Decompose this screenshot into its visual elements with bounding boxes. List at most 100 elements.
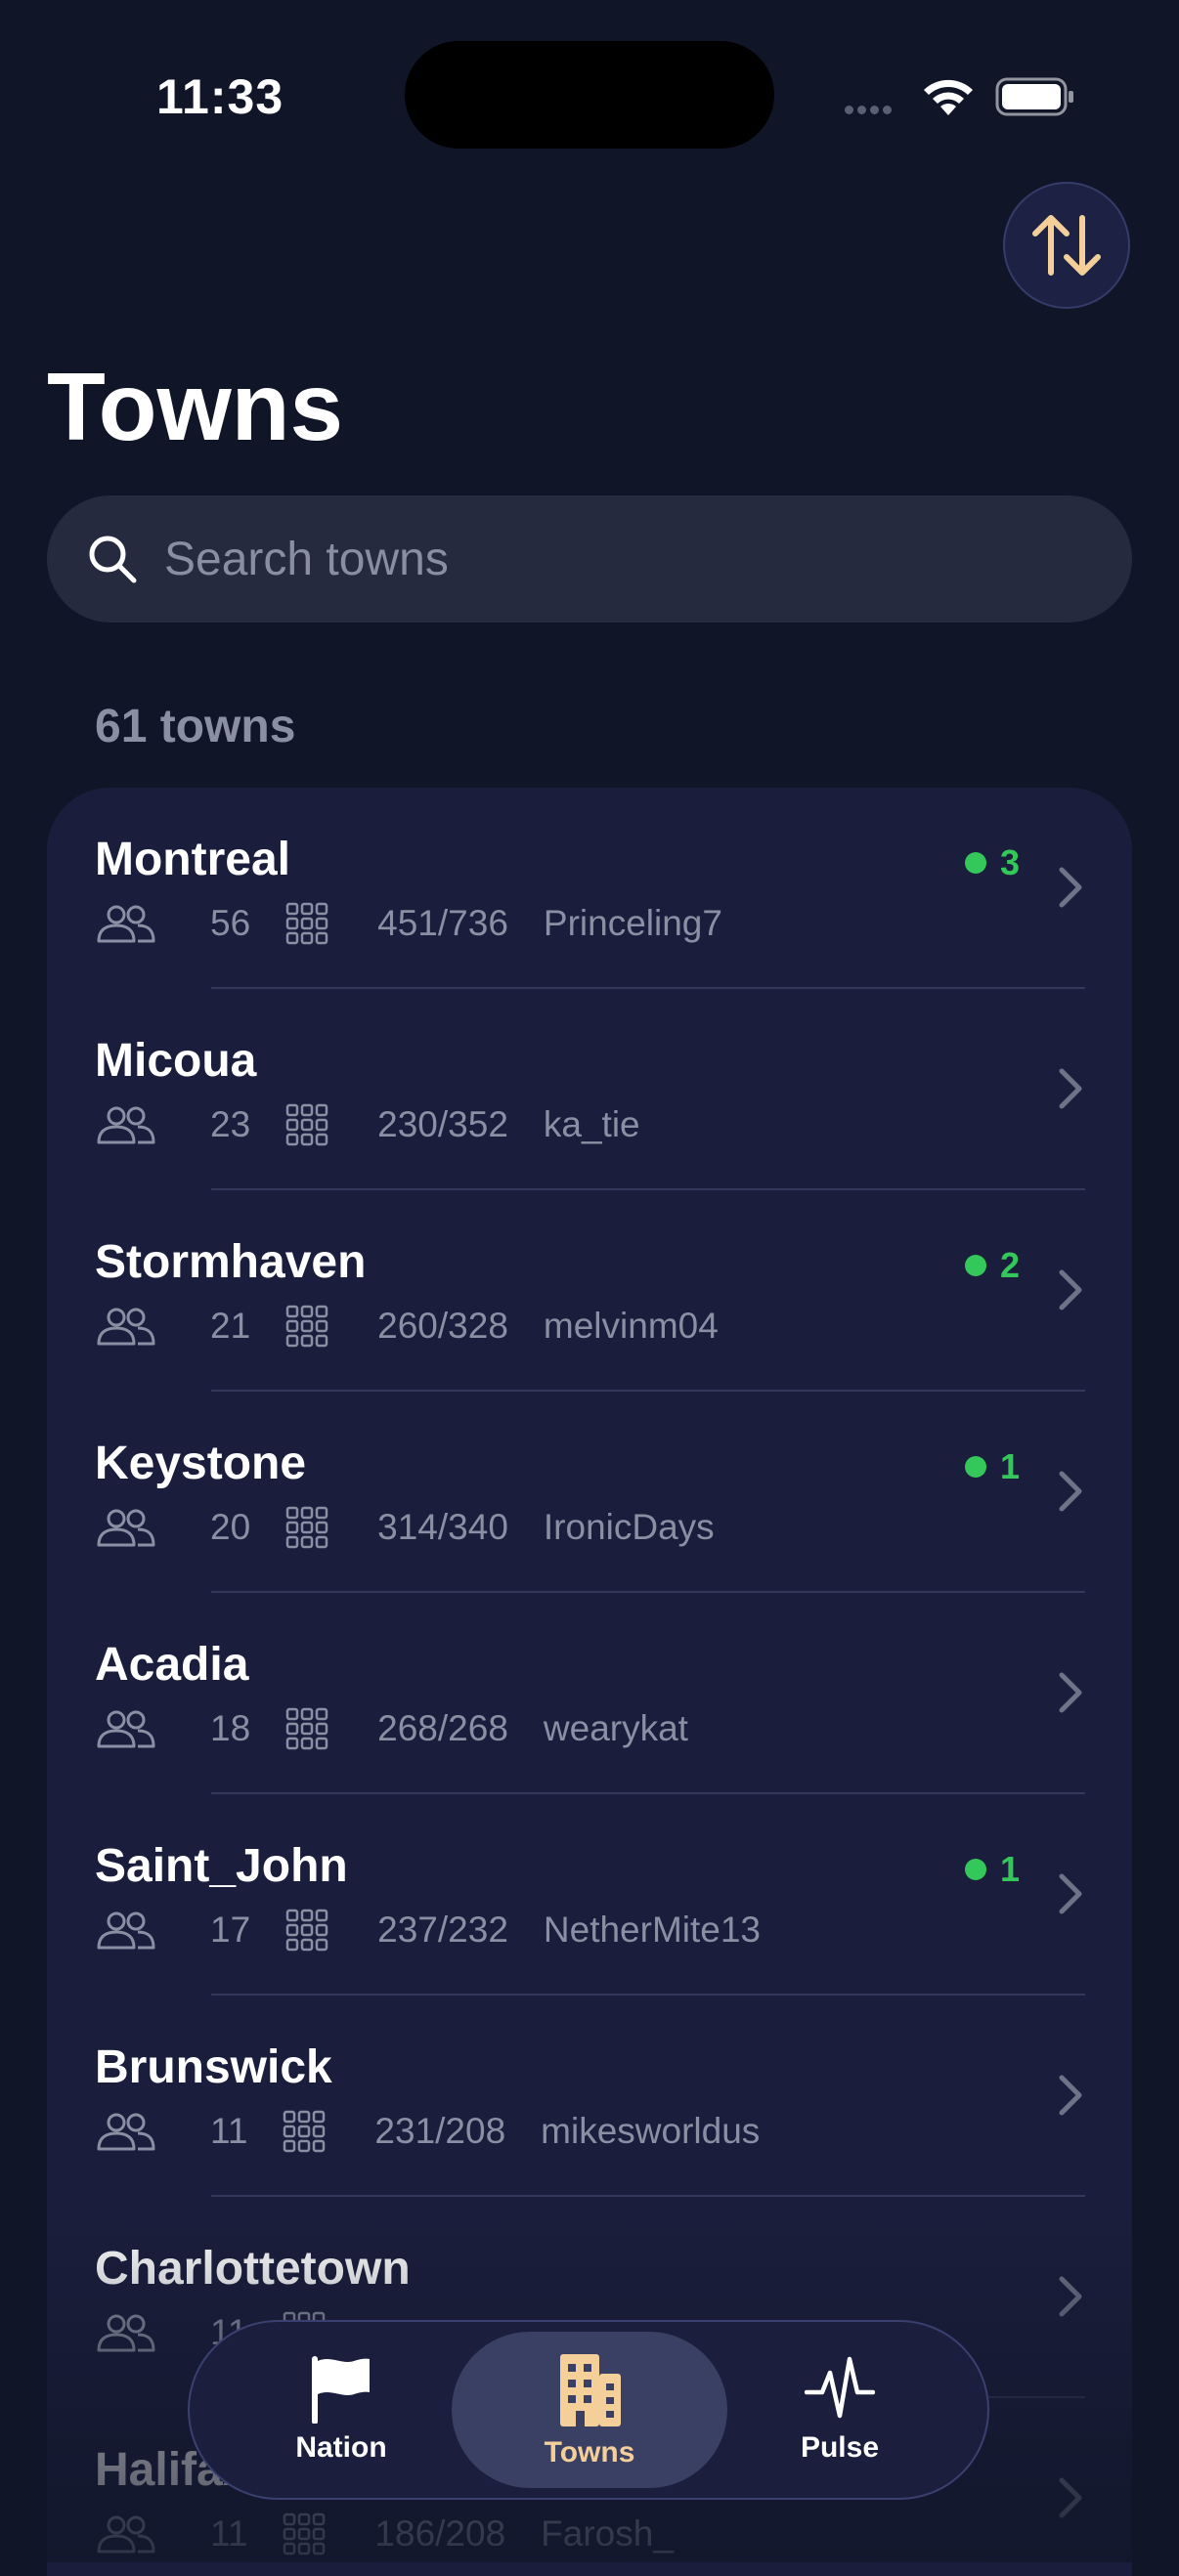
- town-owner: NetherMite13: [543, 1910, 762, 1950]
- town-row-stormhaven[interactable]: Stormhaven 21 260/328 melvinm04 2: [47, 1190, 1132, 1392]
- residents-icon: [97, 1106, 155, 1144]
- online-dot-icon: [964, 1456, 986, 1478]
- online-count: 1: [999, 1446, 1020, 1486]
- tab-towns[interactable]: Towns: [452, 2332, 727, 2488]
- town-owner: mikesworldus: [541, 2111, 761, 2151]
- chunks-count: 186/208: [374, 2513, 506, 2554]
- town-meta: 23 230/352 ka_tie: [95, 1100, 640, 1149]
- online-count: 1: [999, 1849, 1020, 1889]
- pulse-icon: [805, 2356, 875, 2419]
- town-list: Montreal 56 451/736 Princeling7 3 Micoua…: [47, 788, 1132, 2576]
- chevron-right-icon: [1059, 1672, 1082, 1713]
- town-name: Saint_John: [95, 1840, 348, 1892]
- town-meta: 18 268/268 wearykat: [95, 1704, 688, 1753]
- town-row-montreal[interactable]: Montreal 56 451/736 Princeling7 3: [47, 788, 1132, 989]
- town-name: Montreal: [95, 834, 291, 885]
- chunks-grid-icon: [285, 1909, 328, 1952]
- town-name: Brunswick: [95, 2041, 332, 2093]
- sort-button[interactable]: [1003, 182, 1130, 309]
- tab-pulse[interactable]: Pulse: [702, 2332, 978, 2488]
- residents-icon: [97, 1710, 155, 1748]
- chevron-right-icon: [1059, 1873, 1082, 1914]
- chevron-right-icon: [1059, 1068, 1082, 1109]
- online-badge: 2: [964, 1245, 1020, 1286]
- town-meta: 21 260/328 melvinm04: [95, 1302, 719, 1351]
- dynamic-island: [405, 41, 774, 149]
- online-badge: 1: [964, 1446, 1020, 1487]
- chevron-right-icon: [1059, 2477, 1082, 2518]
- residents-icon: [97, 1911, 155, 1950]
- search-bar[interactable]: [47, 495, 1132, 623]
- tab-nation-label: Nation: [295, 2431, 387, 2464]
- town-meta: 11 231/208 mikesworldus: [95, 2107, 760, 2156]
- chunks-grid-icon: [285, 1707, 328, 1750]
- online-dot-icon: [964, 1255, 986, 1276]
- town-meta: 17 237/232 NetherMite13: [95, 1906, 761, 1954]
- chevron-right-icon: [1059, 867, 1082, 908]
- residents-icon: [97, 1509, 155, 1547]
- search-icon: [89, 536, 137, 583]
- town-row-acadia[interactable]: Acadia 18 268/268 wearykat: [47, 1593, 1132, 1794]
- battery-icon: [995, 77, 1073, 116]
- town-name: Micoua: [95, 1035, 257, 1087]
- town-owner: wearykat: [543, 1708, 688, 1748]
- flag-icon: [312, 2356, 370, 2424]
- town-name: Charlottetown: [95, 2243, 411, 2295]
- town-name: Acadia: [95, 1639, 249, 1691]
- wifi-icon: [924, 79, 973, 115]
- residents-count: 17: [210, 1910, 251, 1950]
- town-meta: 11 186/208 Farosh_: [95, 2510, 674, 2558]
- chunks-grid-icon: [285, 1506, 328, 1549]
- town-owner: melvinm04: [543, 1306, 719, 1346]
- town-row-brunswick[interactable]: Brunswick 11 231/208 mikesworldus: [47, 1996, 1132, 2197]
- chevron-right-icon: [1059, 2276, 1082, 2317]
- town-row-saint-john[interactable]: Saint_John 17 237/232 NetherMite13 1: [47, 1794, 1132, 1996]
- cellular-signal-icon: [845, 102, 895, 119]
- chunks-count: 231/208: [374, 2111, 506, 2151]
- residents-icon: [97, 1308, 155, 1346]
- search-input[interactable]: [162, 531, 1046, 587]
- chevron-right-icon: [1059, 1471, 1082, 1512]
- town-count: 61 towns: [95, 701, 296, 752]
- residents-count: 20: [210, 1507, 251, 1547]
- residents-icon: [97, 2113, 155, 2151]
- online-dot-icon: [964, 852, 986, 874]
- chunks-grid-icon: [285, 902, 328, 945]
- residents-count: 23: [210, 1104, 251, 1144]
- tab-nation[interactable]: Nation: [203, 2332, 479, 2488]
- tab-pulse-label: Pulse: [800, 2431, 880, 2464]
- sort-arrows-icon: [1032, 215, 1101, 276]
- building-icon: [560, 2354, 621, 2426]
- residents-icon: [97, 2515, 155, 2554]
- status-bar: 11:33: [0, 0, 1179, 195]
- residents-icon: [97, 905, 155, 943]
- online-dot-icon: [964, 1859, 986, 1880]
- town-meta: 20 314/340 IronicDays: [95, 1503, 715, 1552]
- town-owner: Princeling7: [543, 903, 722, 943]
- town-owner: Farosh_: [541, 2513, 674, 2554]
- chunks-count: 451/736: [377, 903, 508, 943]
- chevron-right-icon: [1059, 1269, 1082, 1310]
- town-owner: ka_tie: [543, 1104, 640, 1144]
- residents-count: 18: [210, 1708, 251, 1748]
- residents-count: 11: [210, 2513, 248, 2554]
- town-name: Stormhaven: [95, 1236, 367, 1288]
- chunks-count: 230/352: [377, 1104, 508, 1144]
- town-row-micoua[interactable]: Micoua 23 230/352 ka_tie: [47, 989, 1132, 1190]
- online-count: 2: [999, 1245, 1020, 1285]
- town-owner: IronicDays: [543, 1507, 715, 1547]
- residents-icon: [97, 2314, 155, 2352]
- town-row-keystone[interactable]: Keystone 20 314/340 IronicDays 1: [47, 1392, 1132, 1593]
- chunks-grid-icon: [285, 1305, 328, 1348]
- online-badge: 1: [964, 1849, 1020, 1890]
- status-time: 11:33: [156, 69, 284, 124]
- chunks-count: 314/340: [377, 1507, 508, 1547]
- chevron-right-icon: [1059, 2075, 1082, 2116]
- chunks-count: 268/268: [377, 1708, 508, 1748]
- residents-count: 56: [210, 903, 251, 943]
- residents-count: 21: [210, 1306, 251, 1346]
- chunks-grid-icon: [284, 2512, 326, 2555]
- chunks-grid-icon: [284, 2110, 326, 2153]
- chunks-grid-icon: [285, 1103, 328, 1146]
- residents-count: 11: [210, 2111, 248, 2151]
